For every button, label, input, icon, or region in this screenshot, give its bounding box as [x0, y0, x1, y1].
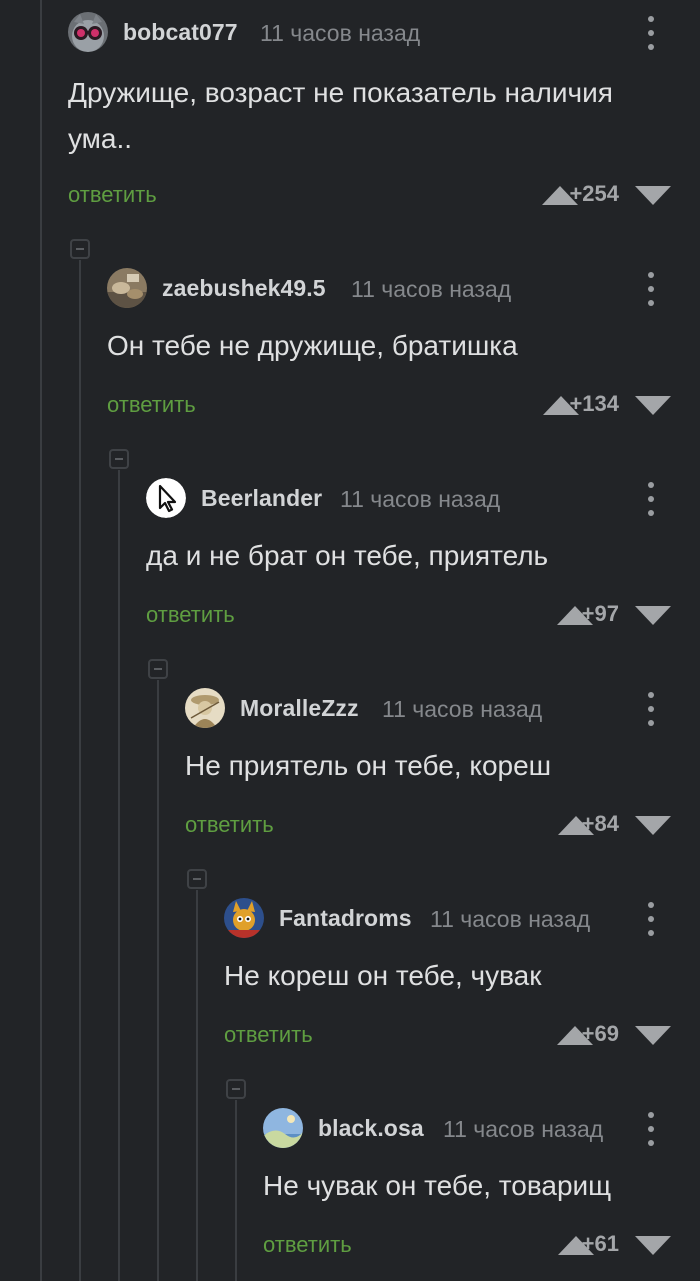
comment-score: +97 [581, 601, 619, 626]
photo-avatar-icon[interactable] [107, 268, 147, 308]
cartoon-avatar-icon[interactable] [224, 898, 264, 938]
reply-link[interactable]: ответить [185, 812, 274, 838]
thread-line [196, 890, 198, 1281]
comment-header: Beerlander 11 часов назад [146, 476, 700, 520]
reply-link[interactable]: ответить [107, 392, 196, 418]
collapse-thread-button[interactable] [70, 239, 90, 259]
comment-username[interactable]: bobcat077 [123, 19, 238, 46]
comment-footer: ответить +84 [185, 806, 700, 846]
comment-username[interactable]: black.osa [318, 1115, 424, 1142]
thread-line [118, 470, 120, 1281]
cursor-avatar-icon[interactable] [146, 478, 186, 518]
comment-time: 11 часов назад [382, 696, 543, 722]
comment-username[interactable]: Beerlander [201, 485, 322, 512]
comment-username[interactable]: zaebushek49.5 [162, 275, 326, 302]
downvote-icon[interactable] [635, 1236, 671, 1255]
comment-text: Он тебе не дружище, братишка [107, 330, 518, 361]
more-options-icon[interactable] [646, 482, 656, 516]
reply-link[interactable]: ответить [146, 602, 235, 628]
comment: Beerlander 11 часов назад да и не брат о… [146, 476, 700, 686]
comment-username[interactable]: MoralleZzz [240, 695, 359, 722]
comment-header: bobcat077 11 часов назад [68, 10, 700, 54]
comment-score: +134 [569, 391, 619, 416]
more-options-icon[interactable] [646, 16, 656, 50]
more-options-icon[interactable] [646, 1112, 656, 1146]
more-options-icon[interactable] [646, 902, 656, 936]
downvote-icon[interactable] [635, 396, 671, 415]
comment-footer: ответить +69 [224, 1016, 700, 1056]
comment: Fantadroms 11 часов назад Не кореш он те… [224, 896, 700, 1106]
comment: black.osa 11 часов назад Не чувак он теб… [263, 1106, 700, 1281]
comment-time: 11 часов назад [340, 486, 501, 512]
landscape-avatar-icon[interactable] [263, 1108, 303, 1148]
sketch-avatar-icon[interactable] [185, 688, 225, 728]
comment-footer: ответить +97 [146, 596, 700, 636]
thread-line [235, 1100, 237, 1281]
more-options-icon[interactable] [646, 692, 656, 726]
comment-time: 11 часов назад [351, 276, 512, 302]
comment-footer: ответить +254 [68, 176, 700, 216]
cat-goggles-avatar-icon[interactable] [68, 12, 108, 52]
comment-time: 11 часов назад [260, 20, 421, 46]
comment-score: +61 [581, 1231, 619, 1256]
thread-line [79, 260, 81, 1281]
comment-time: 11 часов назад [430, 906, 591, 932]
reply-link[interactable]: ответить [68, 182, 157, 208]
comment-score: +84 [581, 811, 619, 836]
comment-text: Не чувак он тебе, товарищ [263, 1170, 612, 1201]
comment-header: black.osa 11 часов назад [263, 1106, 700, 1150]
comment-text: да и не брат он тебе, приятель [146, 540, 549, 571]
more-options-icon[interactable] [646, 272, 656, 306]
comment: bobcat077 11 часов назад Дружище, возрас… [68, 10, 700, 220]
reply-link[interactable]: ответить [263, 1232, 352, 1258]
downvote-icon[interactable] [635, 816, 671, 835]
comment-score: +254 [569, 181, 619, 206]
comment: zaebushek49.5 11 часов назад Он тебе не … [107, 266, 700, 476]
thread-line [157, 680, 159, 1281]
downvote-icon[interactable] [635, 186, 671, 205]
comment-header: MoralleZzz 11 часов назад [185, 686, 700, 730]
comment-text: Не кореш он тебе, чувак [224, 960, 542, 991]
comment: MoralleZzz 11 часов назад Не приятель он… [185, 686, 700, 896]
reply-link[interactable]: ответить [224, 1022, 313, 1048]
comment-time: 11 часов назад [443, 1116, 604, 1142]
comment-text: Дружище, возраст не показатель наличия у… [68, 77, 613, 154]
downvote-icon[interactable] [635, 606, 671, 625]
comment-text: Не приятель он тебе, кореш [185, 750, 552, 781]
comment-score: +69 [581, 1021, 619, 1046]
comment-username[interactable]: Fantadroms [279, 905, 412, 932]
downvote-icon[interactable] [635, 1026, 671, 1045]
comment-footer: ответить +61 [263, 1226, 700, 1266]
thread-line [40, 0, 42, 1281]
comment-footer: ответить +134 [107, 386, 700, 426]
comment-header: Fantadroms 11 часов назад [224, 896, 700, 940]
comment-header: zaebushek49.5 11 часов назад [107, 266, 700, 310]
